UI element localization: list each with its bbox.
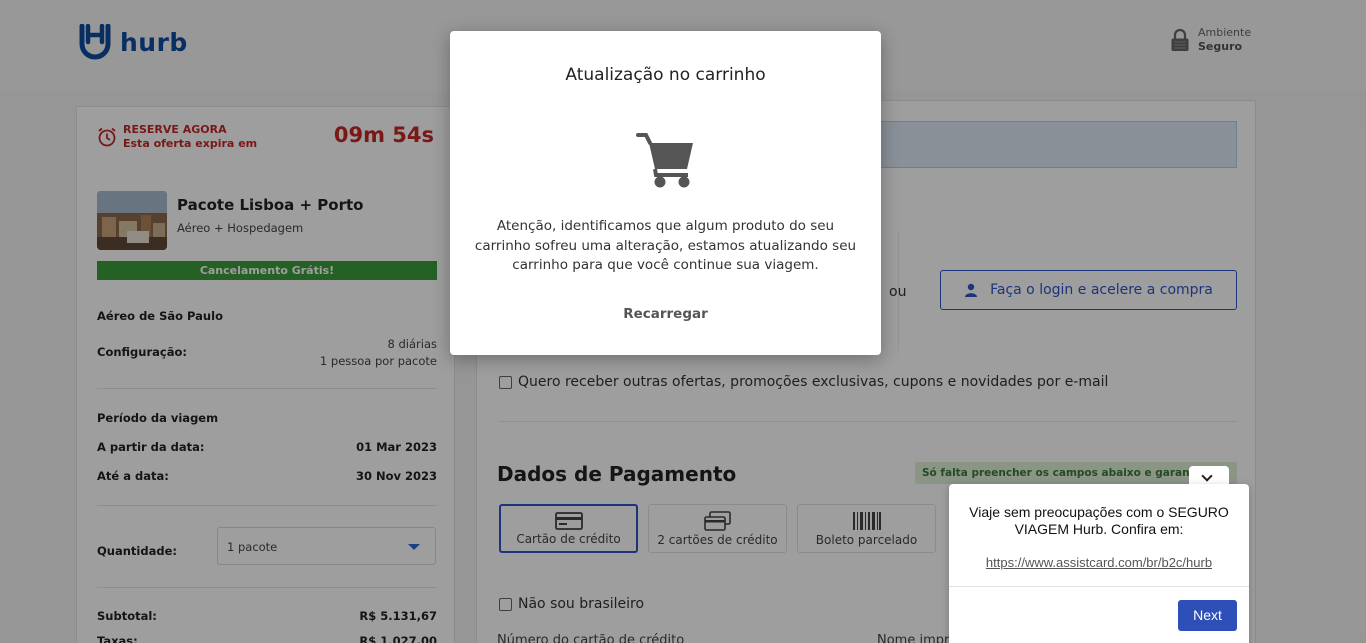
promo-divider: [949, 586, 1249, 587]
promo-link[interactable]: https://www.assistcard.com/br/b2c/hurb: [969, 555, 1229, 570]
insurance-promo-popup: Viaje sem preocupações com o SEGURO VIAG…: [949, 484, 1249, 643]
next-button[interactable]: Next: [1178, 600, 1237, 631]
chevron-down-icon: [1201, 470, 1213, 482]
modal-title: Atualização no carrinho: [565, 65, 766, 85]
cart-icon: [636, 133, 693, 188]
modal-message: Atenção, identificamos que algum produto…: [474, 218, 857, 273]
cart-update-modal: Atualização no carrinho Atenção, identif…: [450, 31, 881, 355]
reload-button[interactable]: Recarregar: [610, 306, 721, 322]
promo-text: Viaje sem preocupações com o SEGURO VIAG…: [969, 504, 1229, 537]
